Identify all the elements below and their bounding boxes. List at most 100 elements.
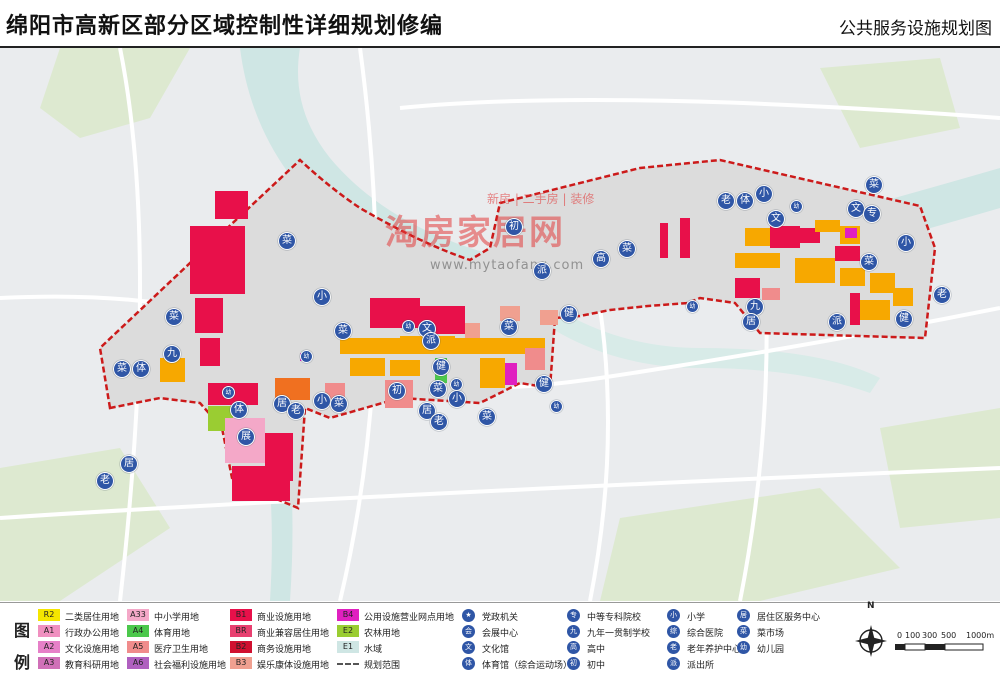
legend-label: 医疗卫生用地 xyxy=(154,645,209,655)
police-station-icon[interactable]: 派 xyxy=(828,313,846,331)
legend-facility-label: 文化馆 xyxy=(482,645,510,655)
market-icon[interactable]: 菜 xyxy=(478,408,496,426)
primary-school-icon[interactable]: 小 xyxy=(755,185,773,203)
hospital-icon[interactable]: 健 xyxy=(560,305,578,323)
middle-school-icon[interactable]: 初 xyxy=(388,382,406,400)
primary-school-icon[interactable]: 小 xyxy=(448,390,466,408)
gym-icon[interactable]: 体 xyxy=(230,401,248,419)
legend-label: 水域 xyxy=(364,645,383,655)
market-icon[interactable]: 菜 xyxy=(165,308,183,326)
primary-school-icon[interactable]: 小 xyxy=(313,288,331,306)
police-station-icon[interactable]: 派 xyxy=(533,262,551,280)
legend-facility-label: 会展中心 xyxy=(482,629,519,639)
map-title: 绵阳市高新区部分区域控制性详细规划修编 xyxy=(6,14,444,39)
map-subtitle: 公共服务设施规划图 xyxy=(839,19,992,39)
gym-icon[interactable]: 体 xyxy=(132,360,150,378)
primary-school-icon[interactable]: 小 xyxy=(897,234,915,252)
compass-icon xyxy=(855,625,887,657)
legend-label: 教育科研用地 xyxy=(65,661,120,671)
legend-facility-label: 综合医院 xyxy=(687,629,724,639)
legend-label: 规划范围 xyxy=(364,661,401,671)
community-center-icon[interactable]: 居 xyxy=(120,455,138,473)
elderly-care-icon[interactable]: 老 xyxy=(96,472,114,490)
scale-label: 300 xyxy=(922,631,938,640)
legend-label: 公用设施营业网点用地 xyxy=(364,613,455,623)
legend-facility-icon: 派 xyxy=(667,657,680,670)
legend-swatch: A2 xyxy=(38,641,60,653)
legend-facility-label: 党政机关 xyxy=(482,613,519,623)
legend: 图 例 R2 二类居住用地 A1 行政办公用地 A2 文化设施用地 A3 教育科研用地 A33 中… xyxy=(0,601,1000,681)
kindergarten-icon[interactable]: 幼 xyxy=(300,350,313,363)
hospital-icon[interactable]: 健 xyxy=(432,358,450,376)
scale-label: 500 xyxy=(941,631,957,640)
legend-facility-label: 幼儿园 xyxy=(757,645,785,655)
legend-label: 行政办公用地 xyxy=(65,629,120,639)
community-center-icon[interactable]: 居 xyxy=(742,313,760,331)
legend-swatch: A33 xyxy=(127,609,149,621)
kindergarten-icon[interactable]: 幼 xyxy=(402,320,415,333)
kindergarten-icon[interactable]: 幼 xyxy=(686,300,699,313)
legend-swatch: A4 xyxy=(127,625,149,637)
legend-label: 娱乐康体设施用地 xyxy=(257,661,330,671)
nine-year-school-icon[interactable]: 九 xyxy=(163,345,181,363)
hospital-icon[interactable]: 健 xyxy=(895,310,913,328)
middle-school-icon[interactable]: 初 xyxy=(505,218,523,236)
culture-center-icon[interactable]: 文 xyxy=(767,210,785,228)
market-icon[interactable]: 菜 xyxy=(278,232,296,250)
kindergarten-icon[interactable]: 幼 xyxy=(550,400,563,413)
high-school-icon[interactable]: 高 xyxy=(592,250,610,268)
legend-label: 体育用地 xyxy=(154,629,191,639)
legend-title-bottom: 例 xyxy=(14,653,31,672)
gym-icon[interactable]: 体 xyxy=(736,192,754,210)
elderly-care-icon[interactable]: 老 xyxy=(717,192,735,210)
watermark-url: www.mytaofang.com xyxy=(430,258,585,273)
legend-swatch: A6 xyxy=(127,657,149,669)
legend-label: 商业兼容居住用地 xyxy=(257,629,330,639)
primary-school-icon[interactable]: 小 xyxy=(313,392,331,410)
legend-label: 农林用地 xyxy=(364,629,401,639)
college-icon[interactable]: 专 xyxy=(863,205,881,223)
kindergarten-icon[interactable]: 幼 xyxy=(450,378,463,391)
market-icon[interactable]: 菜 xyxy=(330,395,348,413)
legend-swatch: B3 xyxy=(230,657,252,669)
kindergarten-icon[interactable]: 幼 xyxy=(790,200,803,213)
elderly-care-icon[interactable]: 老 xyxy=(287,402,305,420)
exhibition-center-icon[interactable]: 展 xyxy=(237,428,255,446)
legend-swatch: R2 xyxy=(38,609,60,621)
market-icon[interactable]: 菜 xyxy=(618,240,636,258)
legend-label: 文化设施用地 xyxy=(65,645,120,655)
scale-label: 0 xyxy=(897,631,903,640)
watermark-brand: 淘房家居网 xyxy=(385,213,565,253)
market-icon[interactable]: 菜 xyxy=(500,318,518,336)
elderly-care-icon[interactable]: 老 xyxy=(933,286,951,304)
market-icon[interactable]: 菜 xyxy=(860,253,878,271)
hospital-icon[interactable]: 健 xyxy=(535,375,553,393)
legend-title-top: 图 xyxy=(14,621,31,640)
legend-facility-label: 九年一贯制学校 xyxy=(587,629,651,639)
legend-facility-label: 老年养护中心 xyxy=(687,645,742,655)
legend-swatch: E2 xyxy=(337,625,359,637)
legend-facility-label: 派出所 xyxy=(687,661,715,671)
legend-facility-label: 高中 xyxy=(587,645,606,655)
legend-facility-icon: 专 xyxy=(567,609,580,622)
legend-facility-icon: 体 xyxy=(462,657,475,670)
legend-facility-icon: 文 xyxy=(462,641,475,654)
police-station-icon[interactable]: 派 xyxy=(422,332,440,350)
legend-facility-icon: ★ xyxy=(462,609,475,622)
legend-swatch: A3 xyxy=(38,657,60,669)
legend-facility-label: 中等专科院校 xyxy=(587,613,642,623)
market-icon[interactable]: 菜 xyxy=(113,360,131,378)
market-icon[interactable]: 菜 xyxy=(334,322,352,340)
kindergarten-icon[interactable]: 幼 xyxy=(222,386,235,399)
elderly-care-icon[interactable]: 老 xyxy=(430,413,448,431)
legend-swatch: B4 xyxy=(337,609,359,621)
market-icon[interactable]: 菜 xyxy=(865,176,883,194)
legend-facility-icon: 会 xyxy=(462,625,475,638)
legend-facility-icon: 菜 xyxy=(737,625,750,638)
scale-bar xyxy=(895,643,984,651)
market-icon[interactable]: 菜 xyxy=(429,380,447,398)
scale-label: 100 xyxy=(905,631,921,640)
legend-facility-label: 居住区服务中心 xyxy=(757,613,821,623)
legend-facility-icon: 居 xyxy=(737,609,750,622)
legend-facility-icon: 高 xyxy=(567,641,580,654)
